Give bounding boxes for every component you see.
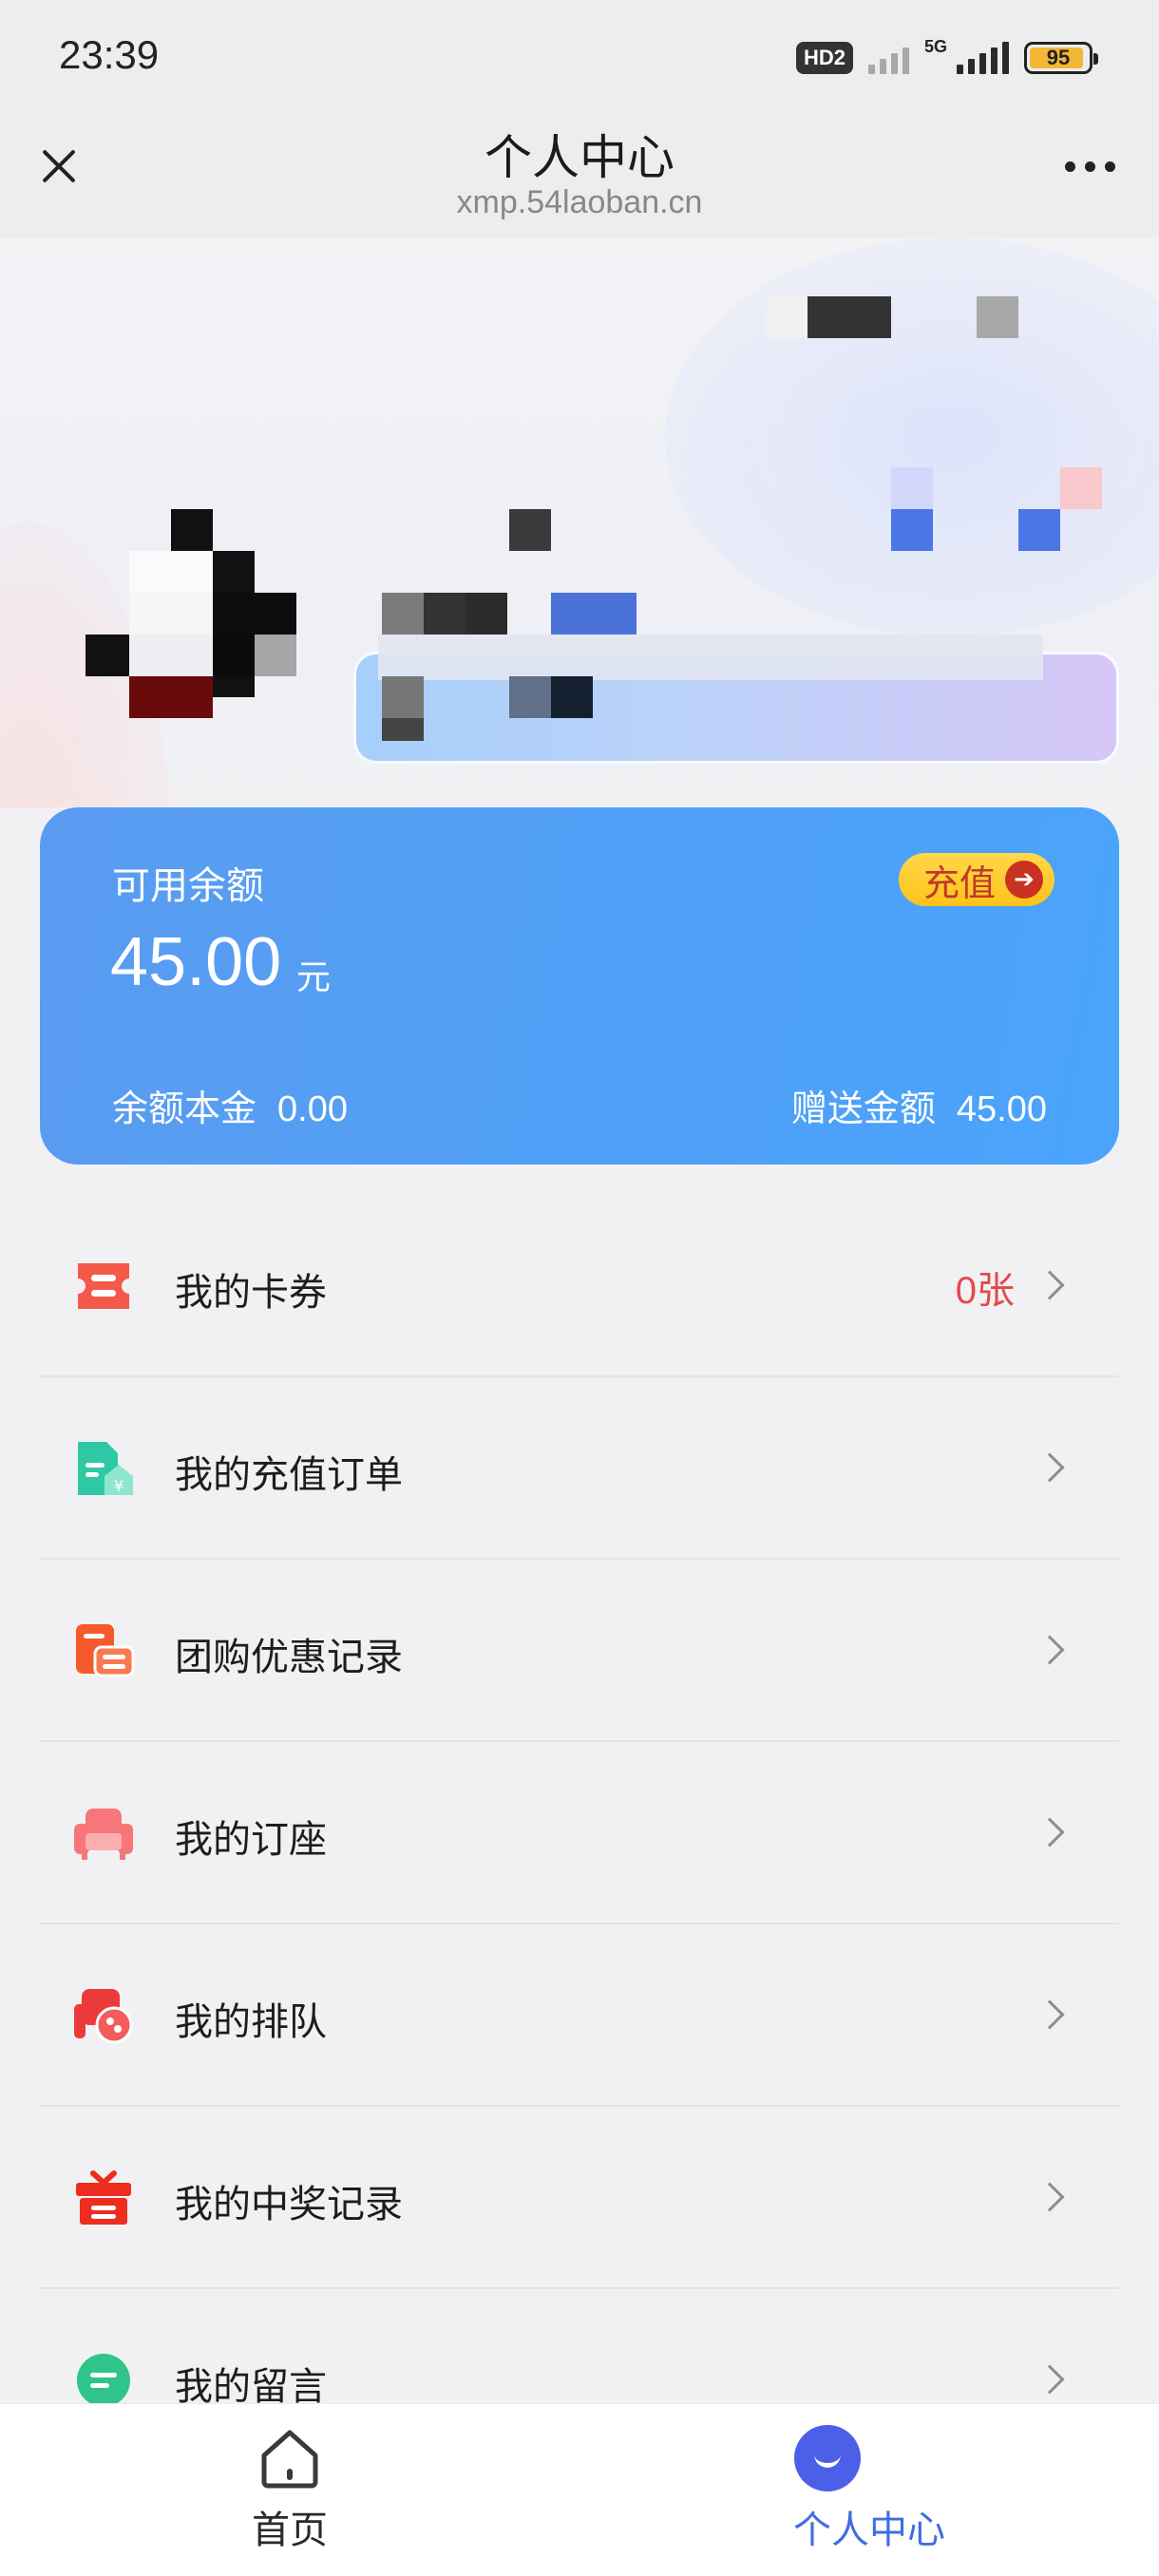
gift-balance: 赠送金额 45.00 [791,1079,1047,1131]
tab-label: 首页 [252,2509,328,2552]
svg-text:¥: ¥ [114,1477,124,1495]
chevron-right-icon [1035,1999,1065,2030]
chevron-right-icon [1035,2364,1065,2395]
queue-icon [74,1989,133,2044]
menu-label: 我的充值订单 [175,1453,403,1497]
coupon-count: 0张 [955,1270,1015,1312]
principal-value: 0.00 [277,1089,348,1129]
balance-label: 可用余额 [112,864,264,908]
chevron-right-icon [1035,1635,1065,1665]
menu-item-prize-records[interactable]: 我的中奖记录 [40,2107,1119,2289]
menu-item-queue[interactable]: 我的排队 [40,1924,1119,2107]
menu-item-recharge-orders[interactable]: ¥ 我的充值订单 [40,1377,1119,1560]
signal-icon-sim1 [867,42,909,74]
principal-balance: 余额本金 0.00 [112,1079,348,1131]
signal-icon-sim2 [957,42,1009,74]
status-time: 23:39 [59,32,160,77]
menu-item-group-buy[interactable]: 团购优惠记录 [40,1560,1119,1742]
gift-label: 赠送金额 [790,1088,936,1129]
tab-profile[interactable]: 个人中心 [580,2404,1159,2576]
chevron-right-icon [1035,1452,1065,1483]
recharge-button[interactable]: 充值 ➔ [898,853,1054,906]
chevron-right-icon [1035,1817,1065,1847]
menu-list: 我的卡券 0张 ¥ 我的充值订单 团购优惠记录 我的订座 我的排队 我的中奖记录… [40,1195,1119,2472]
seat-icon [74,1809,133,1860]
more-options-icon[interactable] [1065,161,1115,172]
page-url: xmp.54laoban.cn [456,184,703,220]
menu-label: 团购优惠记录 [175,1636,403,1679]
menu-label: 我的卡券 [175,1271,327,1315]
chevron-right-icon [1035,2182,1065,2212]
title-bar: 个人中心 xmp.54laoban.cn [0,106,1159,237]
balance-unit: 元 [296,958,332,997]
status-bar: 23:39 HD2 5G 95 [0,0,1159,106]
menu-item-seat-booking[interactable]: 我的订座 [40,1742,1119,1924]
principal-label: 余额本金 [112,1088,257,1129]
chevron-right-icon [1035,1270,1065,1300]
bottom-tab-bar: 首页 个人中心 [0,2403,1159,2576]
tab-home[interactable]: 首页 [0,2404,580,2576]
hd-icon: HD2 [795,42,853,74]
arrow-right-icon: ➔ [1005,861,1043,899]
network-type-label: 5G [923,36,947,56]
recharge-order-icon: ¥ [78,1442,133,1495]
home-icon [261,2430,318,2489]
menu-item-coupons[interactable]: 我的卡券 0张 [40,1195,1119,1377]
gift-value: 45.00 [956,1089,1047,1129]
battery-level: 95 [1046,46,1071,69]
menu-label: 我的订座 [175,1818,327,1862]
group-buy-icon [76,1624,135,1677]
profile-header [0,237,1159,807]
menu-label: 我的排队 [175,2000,327,2044]
tab-label: 个人中心 [793,2509,945,2552]
status-icons: HD2 5G 95 [795,36,1098,80]
gift-icon [76,2170,131,2225]
recharge-label: 充值 [922,862,996,904]
balance-amount: 45.00 [110,924,282,1000]
menu-label: 我的中奖记录 [175,2183,403,2226]
message-icon [77,2354,130,2407]
battery-icon: 95 [1024,42,1098,74]
balance-card: 可用余额 45.00 元 充值 ➔ 余额本金 0.00 赠送金额 45.00 [40,807,1119,1165]
profile-icon [794,2425,861,2491]
page-title: 个人中心 [484,130,674,185]
coupon-icon [78,1263,129,1309]
